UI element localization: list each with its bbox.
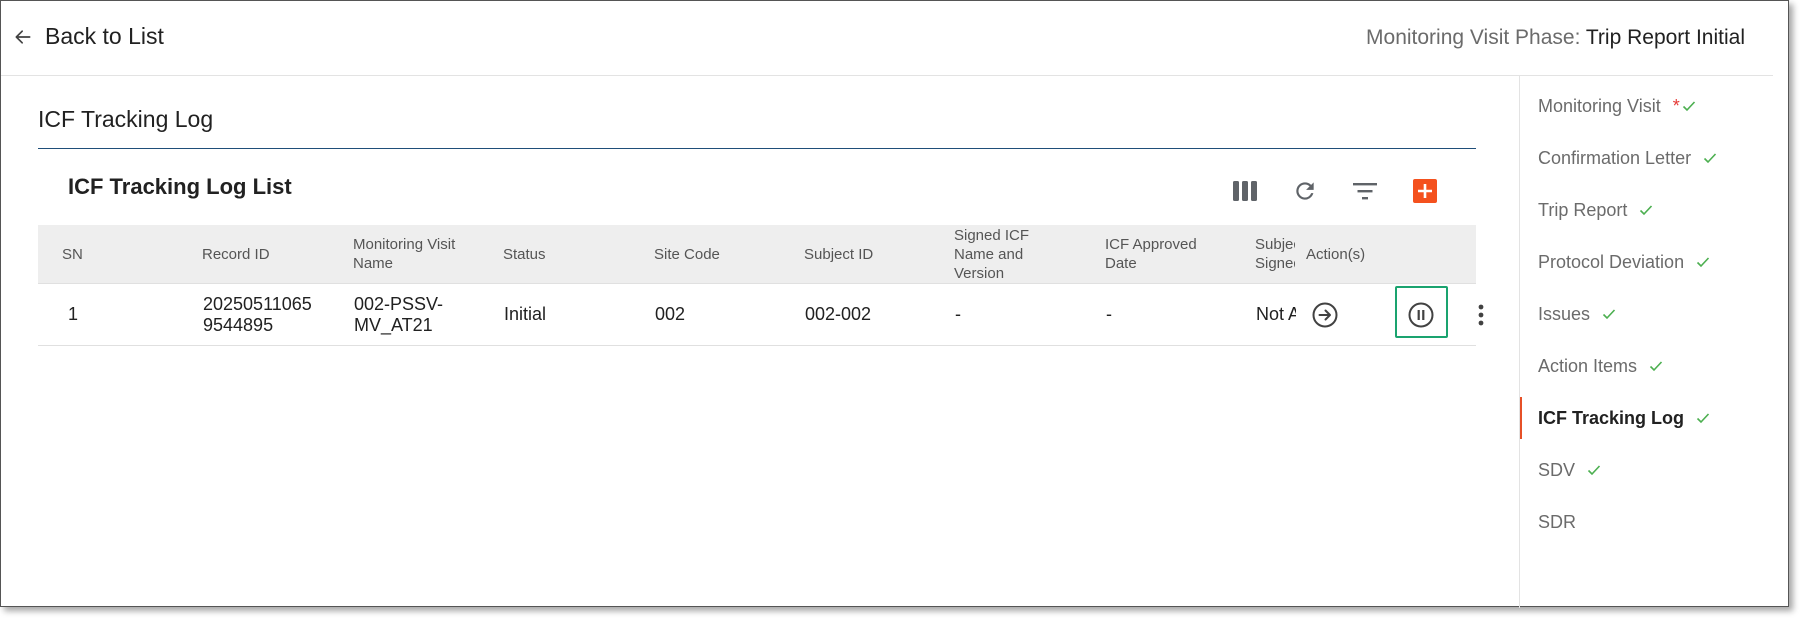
top-bar: Back to List Monitoring Visit Phase: Tri… [1, 1, 1773, 76]
sidebar-item-label: Trip Report [1538, 199, 1628, 220]
more-options-button[interactable] [1465, 299, 1497, 331]
sidebar-item-confirmation-letter[interactable]: Confirmation Letter [1520, 137, 1770, 179]
column-header-signed-icf[interactable]: Signed ICF Name and Version [954, 225, 1054, 283]
table-row[interactable]: 1 20250511065 9544895 002-PSSV-MV_AT21 I… [38, 284, 1484, 346]
check-icon [1696, 256, 1710, 268]
add-button[interactable] [1407, 173, 1443, 209]
cell-status: Initial [504, 304, 547, 324]
column-header-subject-id[interactable]: Subject ID [804, 225, 914, 283]
phase-label: Monitoring Visit Phase: [1366, 26, 1581, 49]
sidebar-item-monitoring-visit[interactable]: Monitoring Visit * [1520, 85, 1770, 127]
list-toolbar [1227, 173, 1443, 209]
app-window: Back to List Monitoring Visit Phase: Tri… [0, 0, 1789, 608]
sidebar-item-label: ICF Tracking Log [1538, 407, 1685, 428]
check-icon [1587, 464, 1601, 476]
sidebar-item-sdv[interactable]: SDV [1520, 449, 1770, 491]
phase-indicator: Monitoring Visit Phase: Trip Report Init… [1366, 26, 1745, 50]
column-header-record-id[interactable]: Record ID [202, 225, 312, 283]
column-header-sn[interactable]: SN [62, 225, 142, 283]
sidebar-item-label: Protocol Deviation [1538, 251, 1685, 272]
pause-record-button[interactable] [1405, 299, 1437, 331]
required-marker: * [1672, 95, 1680, 116]
check-icon [1649, 360, 1663, 372]
check-icon [1602, 308, 1616, 320]
column-header-site-code[interactable]: Site Code [654, 225, 764, 283]
filter-button[interactable] [1347, 173, 1383, 209]
cell-record-id: 20250511065 9544895 [203, 293, 312, 335]
more-vertical-icon [1478, 304, 1484, 326]
back-label: Back to List [45, 23, 164, 49]
sidebar-item-trip-report[interactable]: Trip Report [1520, 189, 1770, 231]
sidebar-item-action-items[interactable]: Action Items [1520, 345, 1770, 387]
table-header: SN Record ID Monitoring Visit Name Statu… [38, 225, 1476, 284]
cell-signed-icf: - [955, 304, 961, 324]
sidebar-item-label: Monitoring Visit [1538, 95, 1661, 116]
arrow-left-icon [15, 29, 31, 44]
check-icon [1682, 100, 1696, 112]
sidebar-item-label: Action Items [1538, 355, 1638, 376]
check-icon [1703, 152, 1717, 164]
phase-value: Trip Report Initial [1585, 26, 1745, 49]
cell-visit-name: 002-PSSV-MV_AT21 [354, 293, 444, 335]
arrow-right-circle-icon [1312, 302, 1338, 328]
sidebar-item-protocol-deviation[interactable]: Protocol Deviation [1520, 241, 1770, 283]
column-header-status[interactable]: Status [503, 225, 603, 283]
pause-circle-icon [1408, 302, 1434, 328]
sidebar-item-label: Confirmation Letter [1538, 147, 1692, 168]
cell-subject-id: 002-002 [805, 304, 872, 324]
check-icon [1696, 412, 1710, 424]
sidebar-item-label: Issues [1538, 303, 1591, 324]
add-icon [1413, 179, 1437, 203]
refresh-icon [1296, 182, 1314, 200]
open-record-button[interactable] [1309, 299, 1341, 331]
column-header-visit-name[interactable]: Monitoring Visit Name [353, 225, 458, 283]
phase-sidebar: Monitoring Visit * Confirmation Letter T… [1519, 76, 1774, 608]
column-header-approved-date[interactable]: ICF Approved Date [1105, 225, 1215, 283]
sidebar-item-label: SDV [1538, 459, 1576, 480]
refresh-button[interactable] [1287, 173, 1323, 209]
back-to-list-link[interactable]: Back to List [13, 23, 164, 50]
check-icon [1639, 204, 1653, 216]
sidebar-item-sdr[interactable]: SDR [1520, 501, 1770, 543]
page-title: ICF Tracking Log [38, 106, 214, 132]
column-header-actions: Action(s) [1306, 245, 1366, 263]
sidebar-item-issues[interactable]: Issues [1520, 293, 1770, 335]
main-content: ICF Tracking Log ICF Tracking Log List S… [1, 76, 1519, 608]
filter-icon [1353, 183, 1377, 200]
cell-sn: 1 [68, 304, 79, 324]
cell-subject-signed: Not Applicable [1256, 304, 1296, 324]
cell-approved-date: - [1106, 304, 1112, 324]
list-title: ICF Tracking Log List [68, 174, 292, 199]
sidebar-item-icf-tracking-log[interactable]: ICF Tracking Log [1520, 397, 1770, 439]
column-header-subject-signed[interactable]: Subject Signed [1255, 225, 1295, 283]
cell-site-code: 002 [655, 304, 686, 324]
columns-button[interactable] [1227, 173, 1263, 209]
sidebar-item-label: SDR [1538, 511, 1577, 532]
columns-icon [1233, 181, 1257, 201]
title-divider [38, 148, 1476, 149]
